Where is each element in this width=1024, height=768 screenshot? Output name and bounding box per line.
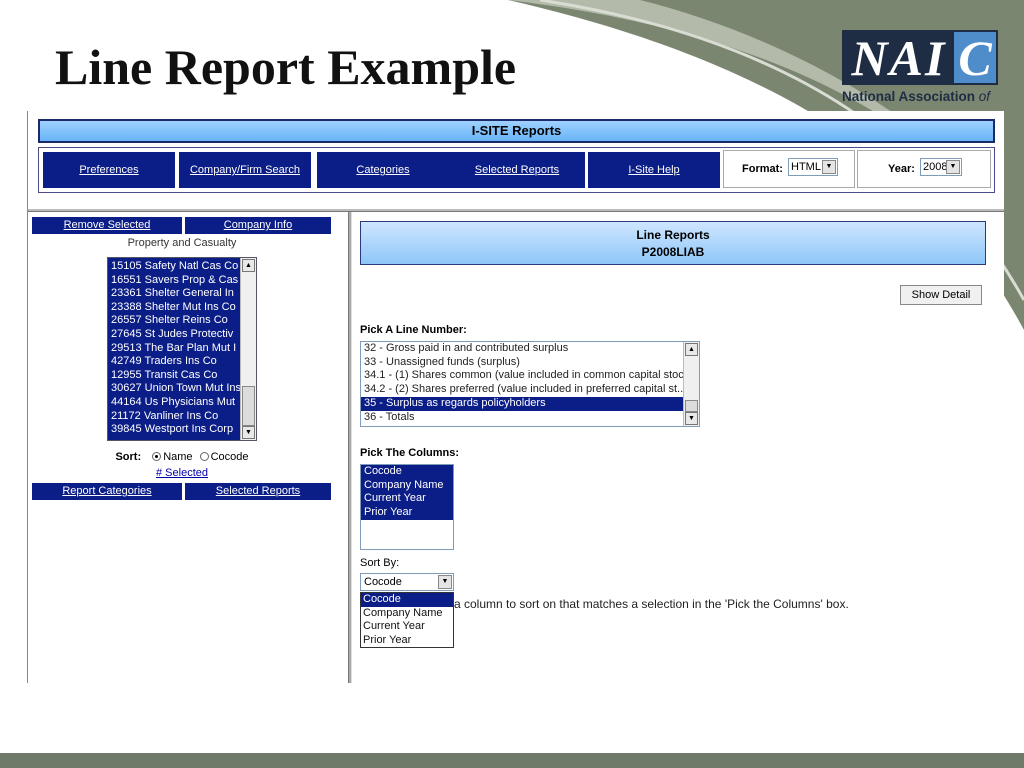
slide-title: Line Report Example [55, 39, 517, 95]
logo-c: C [954, 32, 996, 84]
scroll-thumb[interactable] [242, 386, 255, 426]
year-select-value: 2008 [923, 161, 948, 173]
show-detail-button[interactable]: Show Detail [900, 285, 982, 305]
frame-divider-vertical[interactable] [348, 212, 352, 683]
format-box: Format: HTML ▼ [723, 150, 855, 188]
line-list-item[interactable]: 34.2 - (2) Shares preferred (value inclu… [361, 383, 685, 397]
company-list-item[interactable]: 12955 Transit Cas Co [108, 369, 242, 383]
year-select[interactable]: 2008 ▼ [920, 158, 962, 176]
sort-option-item[interactable]: Current Year [361, 620, 453, 634]
company-list-item[interactable]: 42749 Traders Ins Co [108, 355, 242, 369]
year-label: Year: [888, 163, 915, 175]
left-panel: Remove Selected Company Info Property an… [32, 217, 332, 683]
format-select[interactable]: HTML ▼ [788, 158, 838, 176]
nav-selected-reports[interactable]: Selected Reports [449, 152, 585, 188]
column-list-item[interactable]: Current Year [361, 492, 453, 507]
logo-tagline: National Association of [842, 89, 998, 109]
company-list-scrollbar[interactable]: ▲ ▼ [240, 258, 256, 440]
logo-tagline-of: of [978, 89, 991, 104]
line-list-item[interactable]: 33 - Unassigned funds (surplus) [361, 356, 685, 370]
company-list-item[interactable]: 29513 The Bar Plan Mut I [108, 342, 242, 356]
nav-preferences[interactable]: Preferences [43, 152, 175, 188]
line-reports-subtitle: P2008LIAB [641, 245, 705, 259]
sort-hint-text: a column to sort on that matches a selec… [454, 597, 849, 611]
sort-cocode-radio[interactable] [199, 452, 209, 461]
sort-option-item[interactable]: Prior Year [361, 634, 453, 648]
company-list-item[interactable]: 30627 Union Town Mut Ins [108, 382, 242, 396]
selected-reports-link[interactable]: Selected Reports [185, 483, 331, 500]
naic-logo-box: NAI C [842, 30, 998, 85]
company-list-item[interactable]: 26557 Shelter Reins Co [108, 314, 242, 328]
line-reports-title: Line Reports [636, 228, 710, 242]
line-list-items: 32 - Gross paid in and contributed surpl… [361, 342, 699, 424]
sort-option-item[interactable]: Company Name [361, 607, 453, 621]
report-categories-link[interactable]: Report Categories [32, 483, 182, 500]
columns-listbox[interactable]: Cocode Company Name Current Year Prior Year [360, 464, 454, 550]
company-list-item[interactable]: 16551 Savers Prop & Cas [108, 274, 242, 288]
company-info-link[interactable]: Company Info [185, 217, 331, 234]
line-list-item[interactable]: 36 - Totals [361, 411, 685, 425]
format-label: Format: [742, 163, 783, 175]
chevron-down-icon: ▼ [822, 160, 836, 174]
sort-cocode-label: Cocode [210, 451, 249, 463]
company-list-item[interactable]: 23388 Shelter Mut Ins Co [108, 301, 242, 315]
sort-by-value: Cocode [364, 576, 402, 588]
company-listbox[interactable]: 15105 Safety Natl Cas Co 16551 Savers Pro… [107, 257, 257, 441]
pick-columns-label: Pick The Columns: [360, 447, 460, 459]
line-list-item[interactable]: 35 - Surplus as regards policyholders [361, 396, 685, 411]
sort-by-dropdown[interactable]: Cocode Company Name Current Year Prior Year [360, 592, 454, 648]
selected-count-link[interactable]: # Selected [32, 467, 332, 479]
frame-divider-horizontal[interactable] [28, 209, 1004, 212]
company-list-item[interactable]: 44164 Us Physicians Mut [108, 396, 242, 410]
isite-screenshot: I-SITE Reports Preferences Company/Firm … [27, 111, 1004, 683]
nav-categories[interactable]: Categories [317, 152, 449, 188]
column-list-item[interactable]: Company Name [361, 478, 453, 493]
isite-title-bar: I-SITE Reports [38, 119, 995, 143]
format-select-value: HTML [791, 161, 821, 173]
sort-by-select[interactable]: Cocode ▼ [360, 573, 454, 591]
line-list-item[interactable]: 34.1 - (1) Shares common (value included… [361, 369, 685, 383]
chevron-down-icon: ▼ [946, 160, 960, 174]
sort-row: Sort: Name Cocode [32, 451, 332, 463]
scroll-up-icon[interactable]: ▲ [685, 343, 698, 356]
year-box: Year: 2008 ▼ [857, 150, 991, 188]
sort-by-label: Sort By: [360, 557, 400, 569]
category-label: Property and Casualty [127, 237, 237, 249]
chevron-down-icon: ▼ [438, 575, 452, 589]
nav-isite-help[interactable]: I-Site Help [588, 152, 720, 188]
company-list-items: 15105 Safety Natl Cas Co 16551 Savers Pro… [108, 260, 242, 437]
logo-tagline-text: National Association [842, 89, 976, 104]
sort-label: Sort: [115, 451, 142, 463]
slide-footer-bar [0, 753, 1024, 768]
line-list-scrollbar[interactable]: ▲ ▼ [683, 342, 699, 426]
nav-panel: Preferences Company/Firm Search Categori… [38, 147, 995, 193]
logo-nai: NAI [844, 32, 954, 84]
nav-company-firm-search[interactable]: Company/Firm Search [179, 152, 311, 188]
column-list-item[interactable]: Prior Year [361, 506, 453, 520]
column-list-item[interactable]: Cocode [361, 465, 453, 479]
naic-logo: NAI C National Association of [842, 30, 998, 109]
sort-name-label: Name [163, 451, 193, 463]
scroll-down-icon[interactable]: ▼ [242, 426, 255, 439]
company-list-item[interactable]: 23361 Shelter General In [108, 287, 242, 301]
remove-selected-link[interactable]: Remove Selected [32, 217, 182, 234]
scroll-down-icon[interactable]: ▼ [685, 412, 698, 425]
right-panel: Line Reports P2008LIAB Show Detail Pick … [358, 219, 998, 683]
sort-name-radio[interactable] [152, 452, 162, 461]
company-list-item[interactable]: 15105 Safety Natl Cas Co [108, 260, 242, 274]
sort-option-item[interactable]: Cocode [361, 593, 453, 607]
scroll-thumb[interactable] [685, 400, 698, 412]
line-reports-header: Line Reports P2008LIAB [360, 221, 986, 265]
company-list-item[interactable]: 27645 St Judes Protectiv [108, 328, 242, 342]
company-list-item[interactable]: 39845 Westport Ins Corp [108, 423, 242, 437]
pick-line-label: Pick A Line Number: [360, 324, 467, 336]
line-number-listbox[interactable]: 32 - Gross paid in and contributed surpl… [360, 341, 700, 427]
scroll-up-icon[interactable]: ▲ [242, 259, 255, 272]
line-list-item[interactable]: 32 - Gross paid in and contributed surpl… [361, 342, 685, 356]
company-list-item[interactable]: 21172 Vanliner Ins Co [108, 410, 242, 424]
